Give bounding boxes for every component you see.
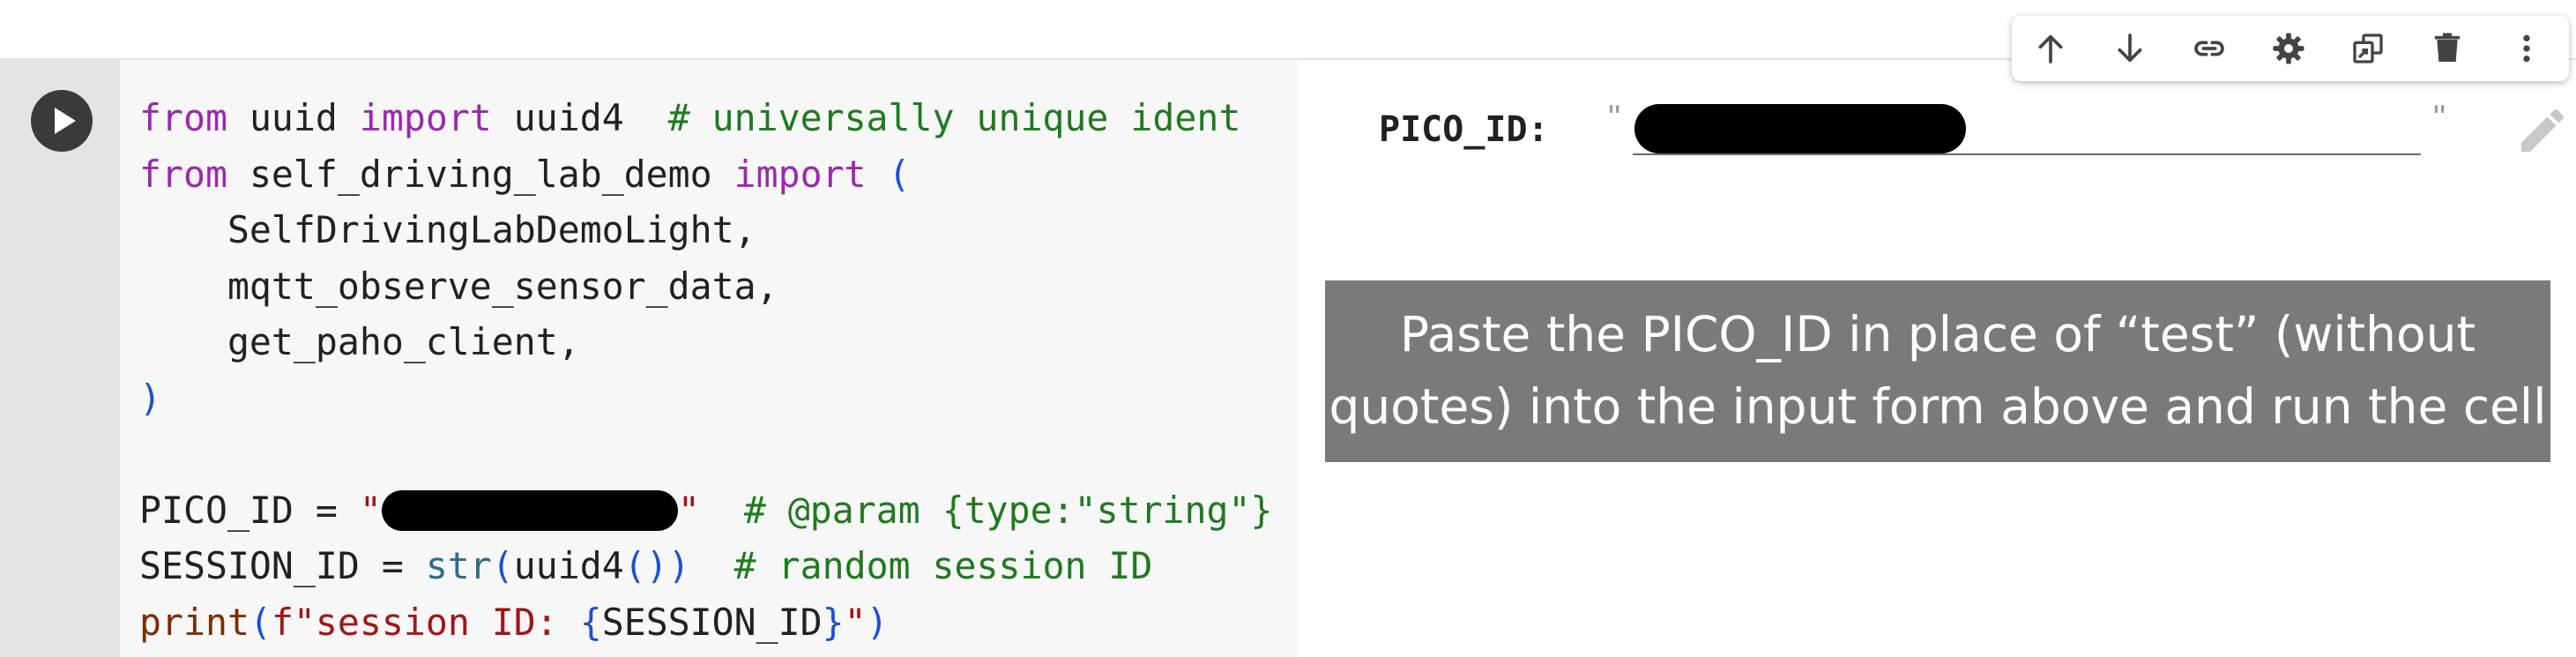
pencil-icon[interactable] bbox=[2514, 102, 2571, 159]
link-icon bbox=[2194, 41, 2224, 56]
code-token: ()) bbox=[623, 544, 690, 587]
arrow-down-icon bbox=[2118, 34, 2142, 63]
code-line: SESSION_ID = str(uuid4()) # random sessi… bbox=[139, 538, 1273, 594]
kebab-icon bbox=[2523, 34, 2530, 63]
code-token: PICO_ID = bbox=[139, 488, 360, 532]
code-line: PICO_ID = " " # @param {type:"string"} bbox=[139, 482, 1273, 539]
code-line: from uuid import uuid4 # universally uni… bbox=[139, 90, 1273, 146]
code-token: ( bbox=[888, 152, 911, 196]
play-icon bbox=[55, 108, 76, 134]
instruction-banner: Paste the PICO_ID in place of “test” (wi… bbox=[1325, 280, 2550, 462]
code-line: mqtt_observe_sensor_data, bbox=[139, 258, 1273, 315]
code-token: SelfDrivingLabDemoLight, bbox=[139, 208, 756, 251]
code-token: self_driving_lab_demo bbox=[227, 152, 734, 196]
code-token: # random session ID bbox=[733, 544, 1153, 587]
instruction-line-1: Paste the PICO_ID in place of “test” (wi… bbox=[1399, 306, 2476, 362]
redacted-value bbox=[1634, 104, 1966, 153]
code-token: } bbox=[822, 600, 845, 644]
delete-button[interactable] bbox=[2412, 16, 2483, 81]
code-token: " bbox=[844, 600, 867, 644]
mirror-icon bbox=[2353, 34, 2383, 63]
code-token: str bbox=[425, 544, 492, 587]
code-line: get_paho_client, bbox=[139, 314, 1273, 370]
more-options-button[interactable] bbox=[2491, 16, 2562, 81]
code-token: get_paho_client, bbox=[139, 320, 580, 363]
gear-icon bbox=[2273, 33, 2304, 64]
close-quote: " bbox=[2433, 99, 2446, 138]
code-token: uuid bbox=[227, 96, 360, 139]
move-up-button[interactable] bbox=[2015, 16, 2086, 81]
code-token: ) bbox=[139, 376, 161, 420]
code-token: from bbox=[139, 152, 227, 196]
code-line: print(f"session ID: {SESSION_ID}") bbox=[139, 594, 1273, 651]
code-text: from uuid import uuid4 # universally uni… bbox=[139, 90, 1273, 650]
code-token: import bbox=[733, 152, 867, 196]
run-cell-button[interactable] bbox=[31, 90, 93, 152]
code-token: SESSION_ID bbox=[601, 600, 823, 644]
code-token: print bbox=[139, 600, 249, 644]
code-line: from self_driving_lab_demo import ( bbox=[139, 146, 1273, 203]
code-token: f"session ID: bbox=[271, 600, 580, 644]
code-token: " bbox=[677, 488, 700, 532]
cell-toolbar bbox=[2012, 16, 2569, 81]
instruction-line-2: quotes) into the input form above and ru… bbox=[1329, 378, 2547, 435]
cell-gutter bbox=[0, 60, 120, 657]
code-token: # @param {type:"string"} bbox=[743, 488, 1273, 532]
code-token: uuid4 bbox=[491, 96, 668, 139]
code-token: import bbox=[359, 96, 492, 139]
settings-button[interactable] bbox=[2253, 16, 2324, 81]
mirror-cell-button[interactable] bbox=[2333, 16, 2403, 81]
trash-icon bbox=[2434, 33, 2461, 62]
move-down-button[interactable] bbox=[2095, 16, 2165, 81]
code-token: ( bbox=[249, 600, 272, 644]
code-token: mqtt_observe_sensor_data, bbox=[139, 264, 778, 308]
code-line: ) bbox=[139, 370, 1273, 427]
code-token: from bbox=[139, 96, 227, 139]
code-token: " bbox=[359, 488, 382, 532]
code-token: { bbox=[579, 600, 602, 644]
redacted-value bbox=[381, 489, 678, 531]
form-label: PICO_ID: bbox=[1379, 109, 1549, 150]
code-token: ( bbox=[491, 544, 514, 587]
code-line: SelfDrivingLabDemoLight, bbox=[139, 202, 1273, 258]
link-button[interactable] bbox=[2174, 16, 2245, 81]
arrow-up-icon bbox=[2038, 34, 2063, 63]
code-token: ) bbox=[866, 600, 889, 644]
code-editor[interactable]: from uuid import uuid4 # universally uni… bbox=[120, 60, 1298, 657]
code-token: SESSION_ID = bbox=[139, 544, 426, 587]
code-token: # universally unique ident bbox=[667, 96, 1241, 139]
code-token: uuid4 bbox=[513, 544, 624, 587]
open-quote: " bbox=[1608, 99, 1621, 138]
